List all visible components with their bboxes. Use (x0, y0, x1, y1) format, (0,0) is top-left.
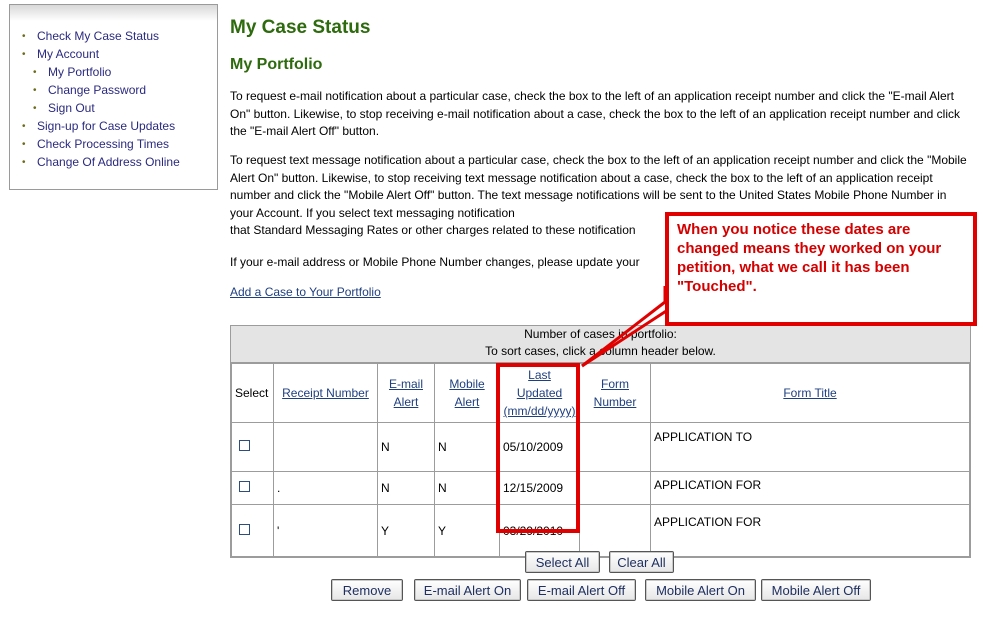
email-alert-on-button[interactable]: E-mail Alert On (414, 579, 521, 601)
row-select-cell (231, 504, 274, 557)
row-checkbox[interactable] (239, 440, 250, 451)
receipt-number-cell: ' (273, 504, 378, 557)
row-select-cell (231, 422, 274, 472)
email-instructions: To request e-mail notification about a p… (230, 89, 961, 138)
table-row: N N 05/10/2009 APPLICATION TO (231, 422, 970, 472)
row-select-cell (231, 471, 274, 505)
form-title-cell: APPLICATION FOR (650, 504, 970, 557)
row-checkbox[interactable] (239, 523, 250, 535)
mobile-alert-off-button[interactable]: Mobile Alert Off (761, 579, 871, 601)
annotation-callout: When you notice these dates are changed … (665, 212, 977, 326)
email-alert-cell: Y (377, 504, 435, 557)
form-title-cell: APPLICATION TO (650, 422, 970, 472)
col-header-form-title[interactable]: Form Title (650, 363, 970, 423)
annotation-text: When you notice these dates are changed … (677, 221, 942, 295)
page-title: My Case Status (230, 17, 371, 38)
col-header-select: Select (231, 363, 274, 423)
clear-all-button[interactable]: Clear All (609, 551, 674, 573)
mobile-alert-cell: Y (434, 504, 500, 557)
cases-table: Select Receipt Number E-mail Alert Mobile… (231, 363, 970, 557)
mobile-alert-cell: N (434, 471, 500, 505)
portfolio-table-header: Number of cases in portfolio: To sort ca… (231, 326, 970, 363)
form-number-cell (579, 422, 651, 472)
remove-button[interactable]: Remove (331, 579, 403, 601)
sidebar-nav: • Check My Case Status • My Account • My Po… (9, 4, 218, 190)
add-case-link[interactable]: Add a Case to Your Portfolio (230, 285, 381, 299)
form-number-cell (579, 504, 651, 557)
select-all-button[interactable]: Select All (525, 551, 600, 573)
email-alert-off-button[interactable]: E-mail Alert Off (527, 579, 636, 601)
receipt-number-cell (273, 422, 378, 472)
portfolio-table: Number of cases in portfolio: To sort ca… (230, 325, 971, 558)
dates-highlight-box (496, 363, 580, 533)
mobile-alert-cell: N (434, 422, 500, 472)
email-alert-cell: N (377, 422, 435, 472)
email-alert-cell: N (377, 471, 435, 505)
col-header-form-number[interactable]: Form Number (579, 363, 651, 423)
receipt-number-cell: . (273, 471, 378, 505)
col-header-mobile-alert[interactable]: Mobile Alert (434, 363, 500, 423)
table-row: . N N 12/15/2009 APPLICATION FOR (231, 471, 970, 505)
table-header-row: Select Receipt Number E-mail Alert Mobile… (231, 363, 970, 423)
form-number-cell (579, 471, 651, 505)
form-title-cell: APPLICATION FOR (650, 471, 970, 505)
col-header-email-alert[interactable]: E-mail Alert (377, 363, 435, 423)
row-checkbox[interactable] (239, 481, 250, 492)
sort-hint: To sort cases, click a column header bel… (485, 344, 716, 358)
mobile-alert-on-button[interactable]: Mobile Alert On (645, 579, 756, 601)
page-subtitle: My Portfolio (230, 56, 323, 73)
case-count-label: Number of cases in portfolio: (524, 327, 677, 341)
table-row: ' Y Y 03/29/2010 APPLICATION FOR (231, 504, 970, 557)
col-header-receipt-number[interactable]: Receipt Number (273, 363, 378, 423)
